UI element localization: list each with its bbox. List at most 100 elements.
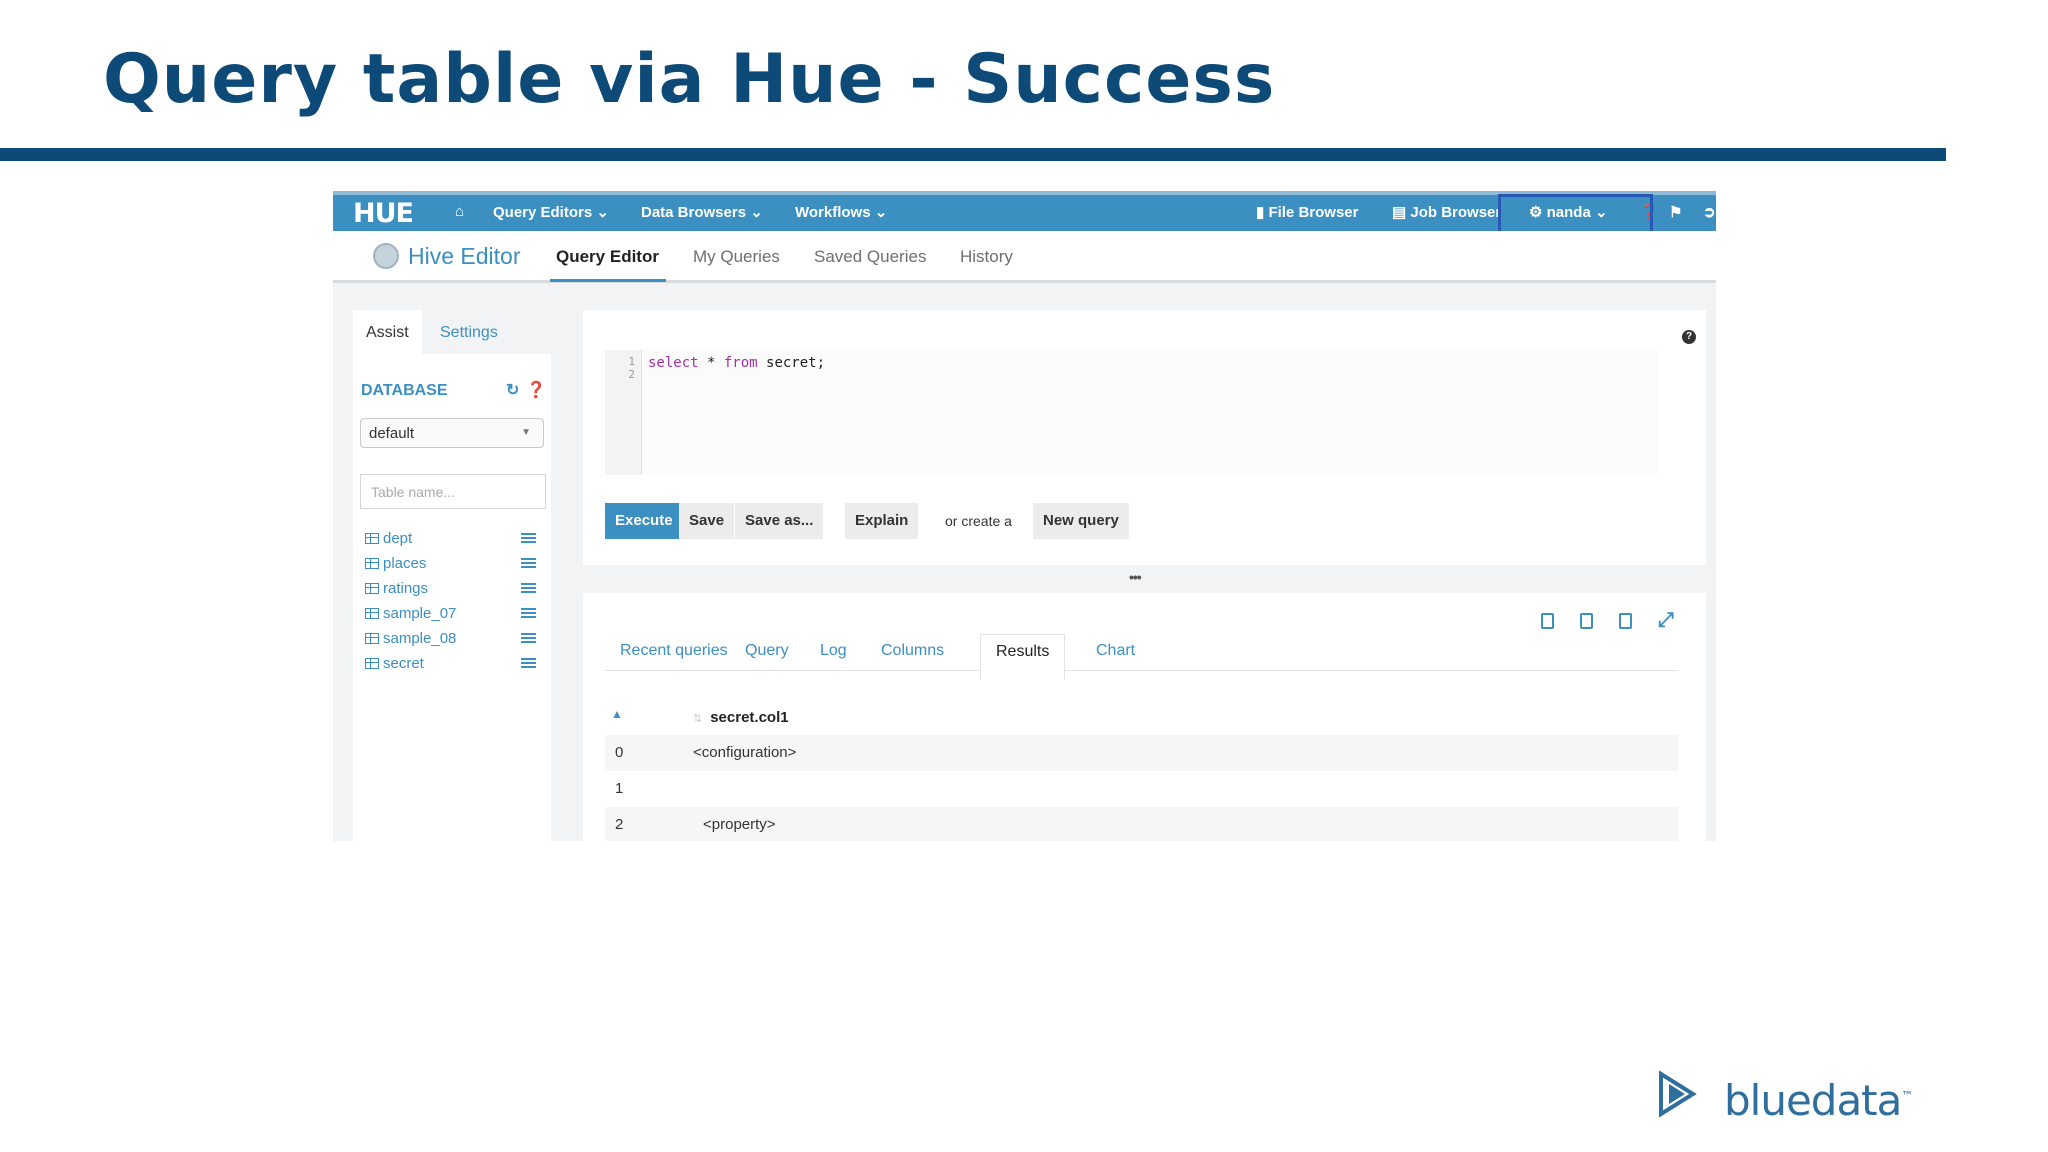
row-index: 1: [615, 780, 624, 797]
expand-icon[interactable]: ⤢: [1658, 609, 1674, 632]
download-csv-icon[interactable]: [1541, 613, 1554, 629]
code-table: secret;: [757, 355, 826, 371]
or-create-text: or create a: [945, 513, 1012, 529]
code-editor[interactable]: 1 2 select * from secret;: [605, 350, 1658, 475]
row-index: 0: [615, 744, 624, 761]
table-icon: [365, 658, 379, 669]
nav-file-browser-label: File Browser: [1268, 204, 1359, 221]
hive-editor-title[interactable]: Hive Editor: [408, 243, 520, 270]
table-item-label: dept: [383, 530, 413, 547]
tab-query-editor[interactable]: Query Editor: [556, 247, 659, 267]
assist-tabs: Assist Settings: [353, 310, 551, 354]
download-xls-icon[interactable]: [1580, 613, 1593, 629]
refresh-icon[interactable]: ↻: [506, 380, 519, 400]
chevron-down-icon: ⌄: [874, 204, 888, 221]
tab-query[interactable]: Query: [730, 634, 804, 680]
database-select-value: default: [369, 425, 415, 442]
table-name-input[interactable]: Table name...: [360, 474, 546, 509]
line-number: 1: [628, 355, 635, 368]
columns-list-icon[interactable]: [521, 658, 536, 670]
database-label: DATABASE: [361, 382, 448, 399]
logout-icon[interactable]: ➲: [1703, 203, 1716, 221]
line-number: 2: [628, 368, 635, 381]
column-header[interactable]: secret.col1: [693, 709, 788, 726]
job-icon: ▤: [1392, 204, 1407, 221]
columns-list-icon[interactable]: [521, 558, 536, 570]
hue-logo[interactable]: HUE: [353, 198, 414, 229]
chevron-down-icon: ⌄: [596, 204, 609, 221]
table-item-ratings[interactable]: ratings: [365, 580, 540, 602]
table-item-sample-07[interactable]: sample_07: [365, 605, 540, 627]
table-icon: [365, 633, 379, 644]
tab-results[interactable]: Results: [980, 634, 1066, 680]
query-editor-panel: ? 1 2 select * from secret; Execute Save…: [583, 310, 1706, 565]
row-value: <property>: [703, 816, 776, 833]
brand-name: bluedata: [1724, 1076, 1902, 1125]
explain-button[interactable]: Explain: [845, 503, 919, 539]
tab-my-queries[interactable]: My Queries: [693, 247, 780, 267]
database-select[interactable]: default ▼: [360, 418, 544, 448]
trademark: ™: [1901, 1089, 1913, 1103]
assist-panel: Assist Settings DATABASE ↻ ❓ default ▼ T…: [353, 310, 551, 841]
table-row: 1: [605, 771, 1678, 807]
table-item-label: sample_07: [383, 605, 457, 622]
table-item-label: places: [383, 555, 427, 572]
execute-button[interactable]: Execute: [605, 503, 683, 539]
row-value: <configuration>: [693, 744, 797, 761]
nav-data-browsers[interactable]: Data Browsers ⌄: [641, 203, 763, 221]
line-gutter: 1 2: [605, 350, 642, 475]
nav-query-editors-label: Query Editors: [493, 204, 593, 221]
question-icon[interactable]: ?: [1682, 330, 1696, 344]
bluedata-logo-icon: [1659, 1070, 1697, 1118]
tab-columns[interactable]: Columns: [866, 634, 959, 680]
nav-workflows[interactable]: Workflows ⌄: [795, 203, 887, 221]
code-line-1: select * from secret;: [648, 355, 825, 371]
tab-chart[interactable]: Chart: [1081, 634, 1150, 680]
columns-list-icon[interactable]: [521, 608, 536, 620]
caret-down-icon: ▼: [521, 427, 531, 438]
tab-log[interactable]: Log: [805, 634, 862, 680]
keyword-from: from: [723, 355, 758, 371]
save-results-icon[interactable]: [1619, 613, 1632, 629]
nav-query-editors[interactable]: Query Editors ⌄: [493, 203, 609, 221]
table-item-secret[interactable]: secret: [365, 655, 540, 677]
home-icon[interactable]: ⌂: [455, 203, 464, 220]
code-star: *: [698, 355, 724, 371]
chevron-down-icon: ⌄: [750, 204, 763, 221]
table-item-label: secret: [383, 655, 424, 672]
active-tab-underline: [550, 279, 666, 282]
new-query-button[interactable]: New query: [1033, 503, 1129, 539]
panel-resize-handle[interactable]: •••: [1129, 569, 1142, 585]
hive-logo-icon: [373, 243, 399, 269]
table-row: 0 <configuration>: [605, 735, 1678, 771]
file-icon: ▮: [1256, 204, 1265, 221]
table-item-dept[interactable]: dept: [365, 530, 540, 552]
table-item-label: sample_08: [383, 630, 457, 647]
tab-settings[interactable]: Settings: [427, 310, 511, 354]
tab-history[interactable]: History: [960, 247, 1013, 267]
save-as-button[interactable]: Save as...: [735, 503, 824, 539]
save-button[interactable]: Save: [679, 503, 735, 539]
table-icon: [365, 533, 379, 544]
results-panel: ⤢ Recent queries Query Log Columns Resul…: [583, 593, 1706, 841]
table-item-label: ratings: [383, 580, 429, 597]
nav-workflows-label: Workflows: [795, 204, 871, 221]
help-icon[interactable]: ❓: [526, 380, 546, 400]
tab-assist[interactable]: Assist: [353, 310, 422, 354]
tab-saved-queries[interactable]: Saved Queries: [814, 247, 926, 267]
columns-list-icon[interactable]: [521, 633, 536, 645]
table-item-sample-08[interactable]: sample_08: [365, 630, 540, 652]
nav-job-browser-label: Job Browser: [1410, 204, 1502, 221]
table-item-places[interactable]: places: [365, 555, 540, 577]
columns-list-icon[interactable]: [521, 533, 536, 545]
table-icon: [365, 558, 379, 569]
tab-recent-queries[interactable]: Recent queries: [605, 634, 743, 680]
slide-title: Query table via Hue - Success: [103, 40, 1276, 119]
nav-file-browser[interactable]: ▮ File Browser: [1256, 203, 1358, 221]
columns-list-icon[interactable]: [521, 583, 536, 595]
nav-job-browser[interactable]: ▤ Job Browser: [1392, 203, 1501, 221]
sort-index-icon[interactable]: ▲: [611, 707, 623, 721]
row-index: 2: [615, 816, 624, 833]
nav-data-browsers-label: Data Browsers: [641, 204, 747, 221]
flag-icon[interactable]: ⚑: [1669, 203, 1682, 221]
